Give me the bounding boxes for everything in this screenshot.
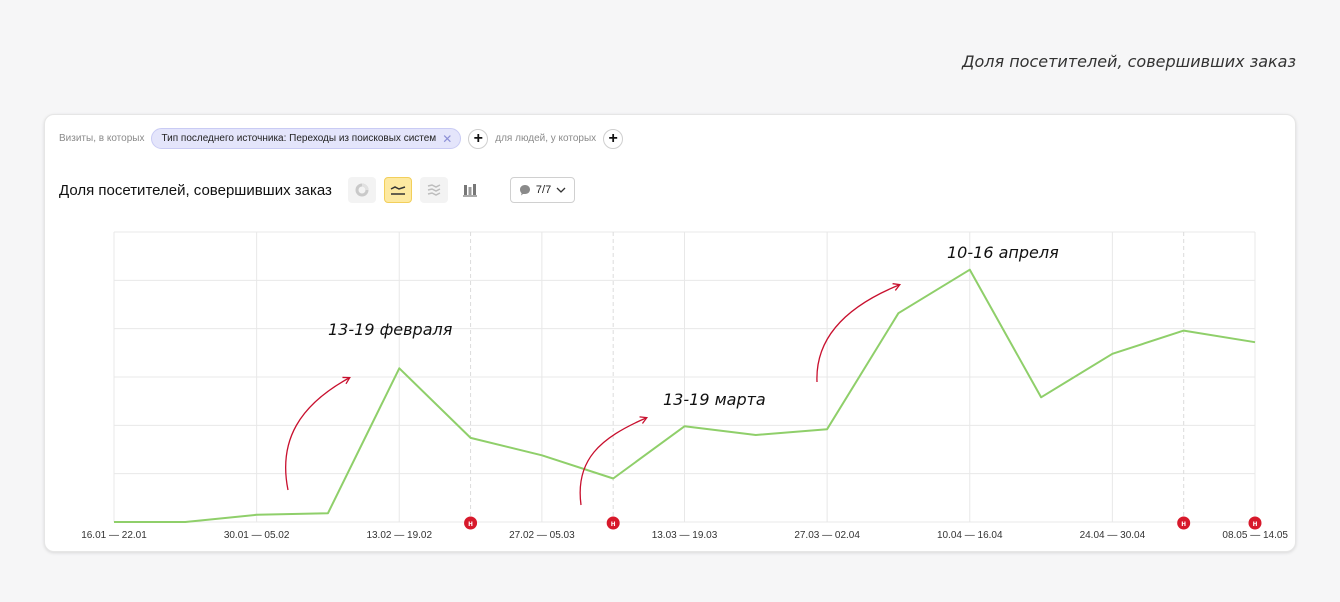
- callout: 10-16 апреля: [816, 243, 1059, 383]
- annotation-marker-label: н: [1181, 519, 1186, 528]
- x-tick-label: 10.04 — 16.04: [937, 530, 1003, 541]
- annotation-marker[interactable]: н: [606, 516, 620, 530]
- callout: 13-19 февраля: [284, 320, 453, 491]
- annotation-marker[interactable]: н: [464, 516, 478, 530]
- x-tick-label: 16.01 — 22.01: [81, 530, 147, 541]
- annotation-marker[interactable]: н: [1248, 516, 1262, 530]
- x-tick-label: 27.02 — 05.03: [509, 530, 575, 541]
- line-chart: н н н н 16.01 — 22.01 30.01 — 05.02 13.02 — 1…: [81, 231, 1288, 541]
- annotation-marker-label: н: [1253, 519, 1258, 528]
- callout-label: 10-16 апреля: [947, 243, 1059, 262]
- callout: 13-19 марта: [579, 390, 766, 506]
- x-tick-label: 13.02 — 19.02: [366, 530, 432, 541]
- x-tick-label: 13.03 — 19.03: [652, 530, 718, 541]
- x-tick-label: 24.04 — 30.04: [1080, 530, 1146, 541]
- x-tick-label: 27.03 — 02.04: [794, 530, 860, 541]
- annotation-marker[interactable]: н: [1177, 516, 1191, 530]
- annotation-marker-label: н: [611, 519, 616, 528]
- annotation-marker-label: н: [468, 519, 473, 528]
- callout-label: 13-19 февраля: [328, 320, 453, 339]
- x-tick-label: 30.01 — 05.02: [224, 530, 290, 541]
- x-tick-label: 08.05 — 14.05: [1222, 530, 1288, 541]
- callout-label: 13-19 марта: [663, 390, 766, 409]
